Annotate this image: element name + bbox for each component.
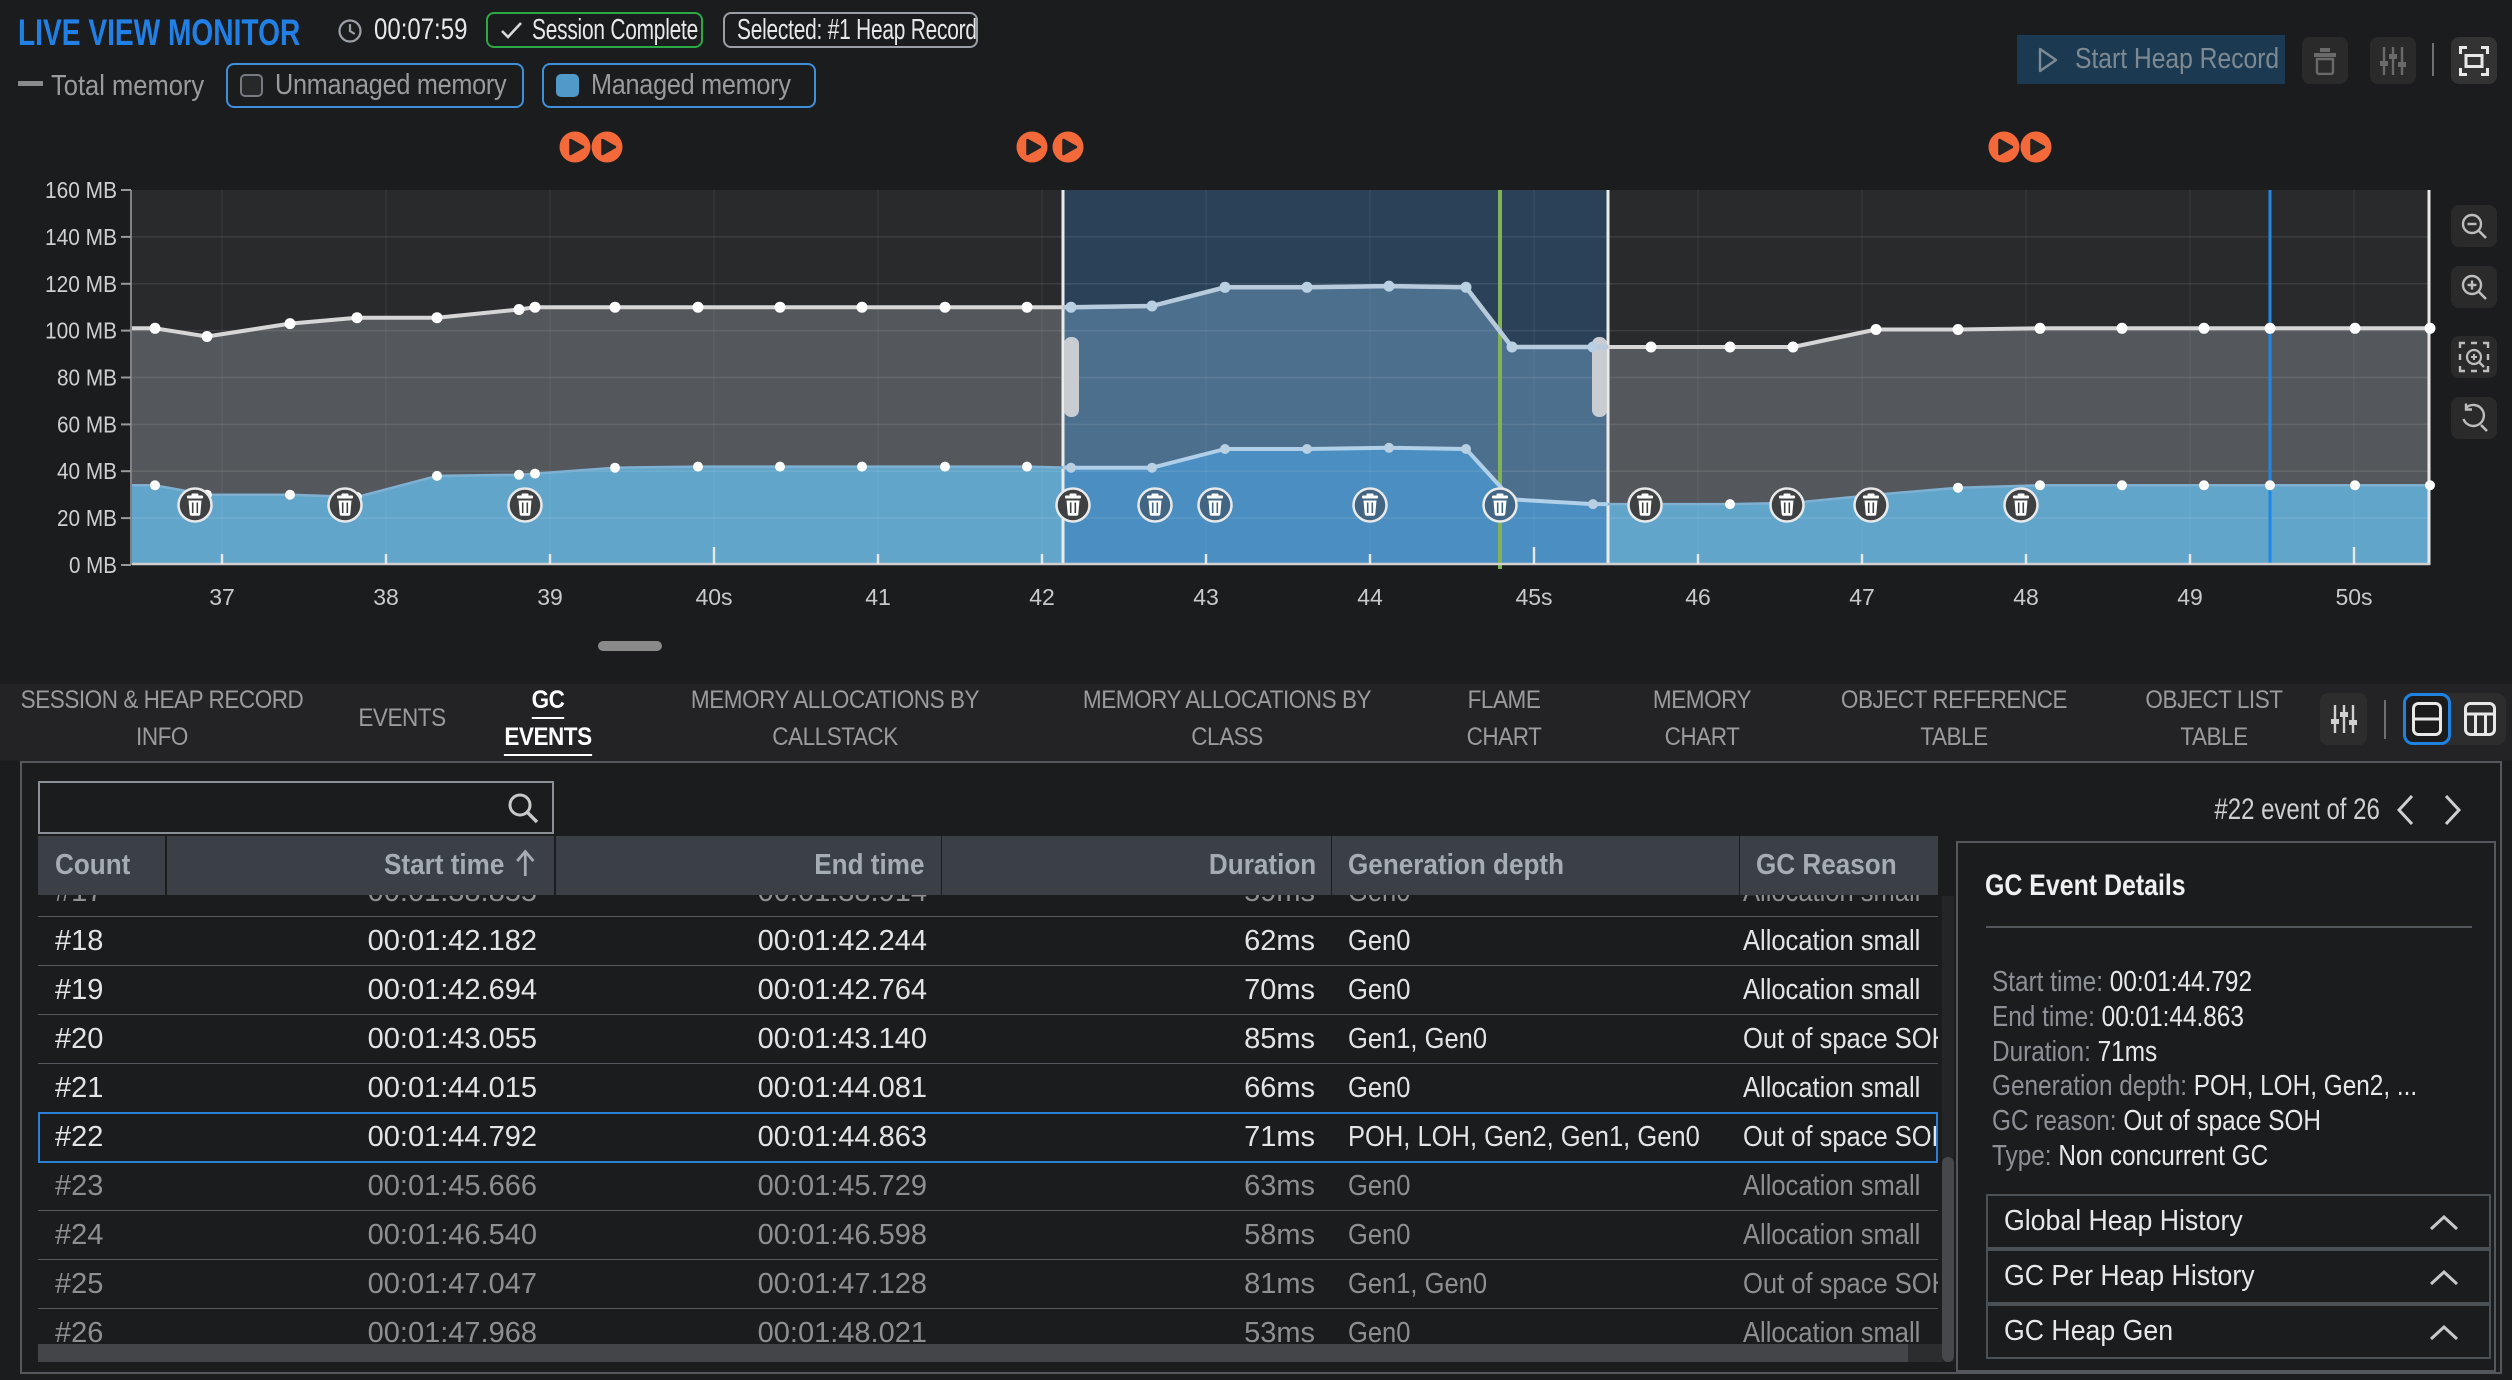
svg-text:43: 43 xyxy=(1193,584,1219,610)
svg-text:0 MB: 0 MB xyxy=(69,552,117,578)
svg-text:44: 44 xyxy=(1357,584,1383,610)
svg-text:120 MB: 120 MB xyxy=(45,271,117,297)
svg-text:40 MB: 40 MB xyxy=(57,458,117,484)
svg-text:20 MB: 20 MB xyxy=(57,505,117,531)
svg-text:50s: 50s xyxy=(2335,584,2372,610)
svg-text:60 MB: 60 MB xyxy=(57,411,117,437)
svg-text:40s: 40s xyxy=(695,584,732,610)
svg-text:38: 38 xyxy=(373,584,399,610)
svg-text:48: 48 xyxy=(2013,584,2039,610)
svg-text:45s: 45s xyxy=(1515,584,1552,610)
svg-text:100 MB: 100 MB xyxy=(45,318,117,344)
svg-text:80 MB: 80 MB xyxy=(57,365,117,391)
svg-text:42: 42 xyxy=(1029,584,1055,610)
svg-text:41: 41 xyxy=(865,584,891,610)
svg-text:37: 37 xyxy=(209,584,235,610)
svg-text:140 MB: 140 MB xyxy=(45,224,117,250)
svg-text:39: 39 xyxy=(537,584,563,610)
svg-text:49: 49 xyxy=(2177,584,2203,610)
svg-text:160 MB: 160 MB xyxy=(45,177,117,203)
svg-text:46: 46 xyxy=(1685,584,1711,610)
svg-text:47: 47 xyxy=(1849,584,1875,610)
